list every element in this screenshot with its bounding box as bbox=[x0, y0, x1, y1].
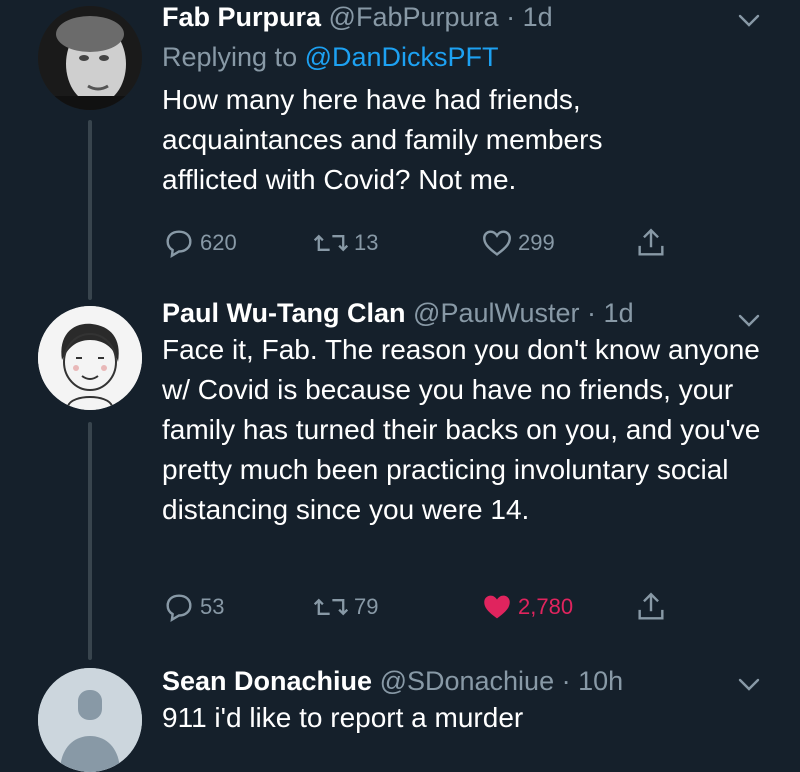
tweet-2[interactable]: Paul Wu-Tang Clan @PaulWuster · 1d Face … bbox=[0, 296, 800, 660]
reply-icon bbox=[166, 594, 192, 623]
timestamp[interactable]: 10h bbox=[578, 666, 623, 696]
avatar-sean-donachiue[interactable] bbox=[38, 668, 142, 772]
like-icon bbox=[483, 230, 511, 256]
chevron-down-icon[interactable] bbox=[736, 308, 762, 334]
timestamp[interactable]: 1d bbox=[604, 298, 634, 328]
retweet-icon bbox=[313, 598, 349, 616]
like-count: 299 bbox=[518, 230, 555, 255]
separator-dot: · bbox=[506, 2, 516, 32]
replying-to-line: Replying to @DanDicksPFT bbox=[162, 40, 760, 74]
thread-line bbox=[88, 422, 92, 660]
tweet-header: Fab Purpura @FabPurpura · 1d bbox=[162, 0, 760, 34]
retweet-icon bbox=[313, 234, 349, 252]
avatar-fab-purpura[interactable] bbox=[38, 6, 142, 110]
cartoon-portrait bbox=[38, 306, 142, 410]
author-handle[interactable]: @PaulWuster bbox=[413, 298, 579, 328]
tweet-header: Sean Donachiue @SDonachiue · 10h bbox=[162, 664, 760, 698]
like-button[interactable]: 299 bbox=[480, 226, 555, 260]
tweet-text: Face it, Fab. The reason you don't know … bbox=[162, 334, 761, 525]
author-name[interactable]: Paul Wu-Tang Clan bbox=[162, 298, 406, 328]
like-count: 2,780 bbox=[518, 594, 574, 619]
action-bar: 620 13 299 bbox=[162, 226, 682, 260]
reply-button[interactable]: 620 bbox=[162, 226, 237, 260]
share-button[interactable] bbox=[634, 590, 668, 624]
reply-count: 53 bbox=[200, 594, 225, 619]
tweet-text: How many here have had friends, acquaint… bbox=[162, 84, 603, 195]
retweet-button[interactable]: 79 bbox=[312, 590, 378, 624]
like-icon bbox=[484, 595, 510, 619]
author-name[interactable]: Sean Donachiue bbox=[162, 666, 372, 696]
retweet-count: 79 bbox=[354, 594, 379, 619]
action-bar: 53 79 2,780 bbox=[162, 590, 682, 624]
tweet-1[interactable]: Fab Purpura @FabPurpura · 1d Replying to… bbox=[0, 0, 800, 300]
retweet-count: 13 bbox=[354, 230, 379, 255]
reply-button[interactable]: 53 bbox=[162, 590, 224, 624]
tweet-header: Paul Wu-Tang Clan @PaulWuster · 1d bbox=[162, 296, 760, 330]
author-handle[interactable]: @FabPurpura bbox=[329, 2, 499, 32]
reply-icon bbox=[166, 230, 192, 259]
default-avatar-icon bbox=[38, 668, 142, 772]
share-icon bbox=[638, 592, 664, 620]
replying-to-prefix: Replying to bbox=[162, 42, 298, 72]
thread-line bbox=[88, 120, 92, 300]
retweet-button[interactable]: 13 bbox=[312, 226, 378, 260]
author-handle[interactable]: @SDonachiue bbox=[380, 666, 555, 696]
reply-count: 620 bbox=[200, 230, 237, 255]
chevron-down-icon[interactable] bbox=[736, 8, 762, 34]
separator-dot: · bbox=[587, 298, 597, 328]
author-name[interactable]: Fab Purpura bbox=[162, 2, 321, 32]
like-button[interactable]: 2,780 bbox=[480, 590, 573, 624]
separator-dot: · bbox=[561, 666, 571, 696]
chevron-down-icon[interactable] bbox=[736, 672, 762, 698]
tweet-text: 911 i'd like to report a murder bbox=[162, 702, 524, 733]
share-icon bbox=[638, 228, 664, 256]
tweet-3[interactable]: Sean Donachiue @SDonachiue · 10h 911 i'd… bbox=[0, 660, 800, 772]
avatar-paul-wu-tang-clan[interactable] bbox=[38, 306, 142, 410]
share-button[interactable] bbox=[634, 226, 668, 260]
replying-to-link[interactable]: @DanDicksPFT bbox=[305, 42, 499, 72]
portrait-photo bbox=[38, 6, 142, 110]
timestamp[interactable]: 1d bbox=[523, 2, 553, 32]
